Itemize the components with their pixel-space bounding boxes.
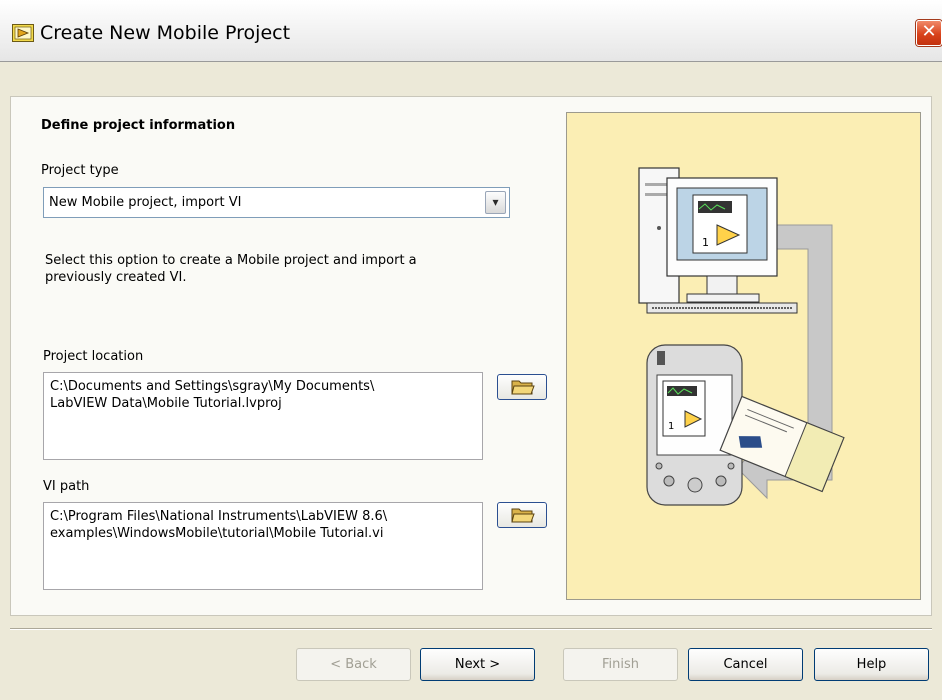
illustration-panel: 1 1	[566, 112, 921, 600]
folder-open-icon	[511, 508, 535, 523]
folder-open-icon	[511, 380, 535, 395]
desktop-to-mobile-illustration: 1 1	[638, 167, 845, 506]
project-type-label: Project type	[41, 163, 119, 178]
title-bar: Create New Mobile Project ✕	[0, 0, 942, 62]
next-button[interactable]: Next >	[420, 648, 535, 681]
chevron-down-icon[interactable]: ▾	[485, 191, 506, 214]
project-type-dropdown[interactable]: New Mobile project, import VI ▾	[43, 187, 510, 218]
vi-path-label: VI path	[43, 479, 90, 494]
close-button[interactable]: ✕	[916, 20, 942, 46]
labview-app-icon	[12, 24, 34, 42]
wizard-window: Create New Mobile Project ✕ Define proje…	[0, 0, 942, 700]
back-button[interactable]: < Back	[296, 648, 411, 681]
finish-button[interactable]: Finish	[563, 648, 678, 681]
close-icon: ✕	[921, 21, 937, 42]
section-title: Define project information	[41, 118, 236, 133]
project-location-browse-button[interactable]	[497, 374, 547, 400]
footer-separator	[10, 628, 932, 630]
window-title: Create New Mobile Project	[40, 22, 291, 44]
vi-path-field[interactable]: C:\Program Files\National Instruments\La…	[43, 502, 483, 590]
project-type-description: Select this option to create a Mobile pr…	[45, 253, 417, 285]
help-button[interactable]: Help	[814, 648, 929, 681]
vi-path-browse-button[interactable]	[497, 502, 547, 528]
cancel-button[interactable]: Cancel	[688, 648, 803, 681]
project-type-value: New Mobile project, import VI	[49, 195, 242, 210]
wizard-panel: Define project information Project type …	[10, 96, 932, 616]
svg-text:1: 1	[702, 236, 709, 249]
project-location-label: Project location	[43, 349, 144, 364]
svg-text:1: 1	[668, 421, 674, 432]
project-location-field[interactable]: C:\Documents and Settings\sgray\My Docum…	[43, 372, 483, 460]
